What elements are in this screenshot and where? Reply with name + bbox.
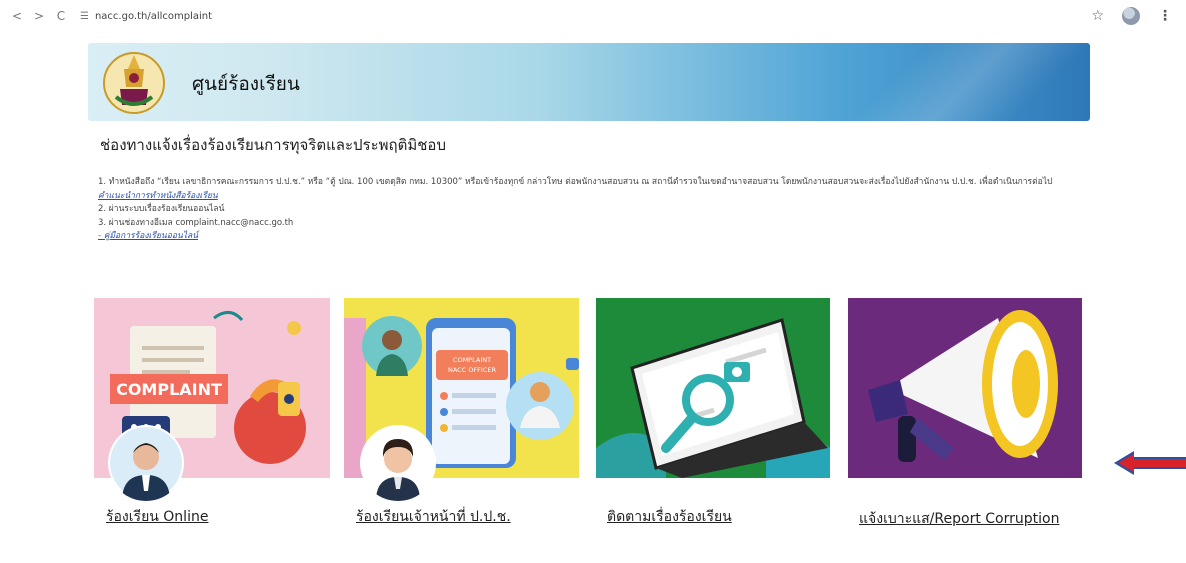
online-complaint-link[interactable]: ร้องเรียน Online	[106, 506, 208, 528]
step-1: 1. ทำหนังสือถึง “เรียน เลขาธิการคณะกรรมก…	[98, 176, 1058, 203]
step-2: 2. ผ่านระบบเรื่องร้องเรียนออนไลน์	[98, 204, 225, 214]
bookmark-star-icon[interactable]: ☆	[1091, 8, 1104, 24]
complaint-image-text: COMPLAINT	[116, 380, 222, 399]
reload-icon[interactable]: C	[50, 9, 72, 23]
page-heading: ช่องทางแจ้งเรื่องร้องเรียนการทุจริตและปร…	[100, 136, 446, 154]
nacc-emblem-logo	[103, 52, 165, 114]
forward-icon[interactable]: >	[28, 9, 50, 23]
track-complaint-link[interactable]: ติดตามเรื่องร้องเรียน	[607, 506, 732, 528]
step-1-text: 1. ทำหนังสือถึง “เรียน เลขาธิการคณะกรรมก…	[98, 177, 1053, 187]
back-icon[interactable]: <	[6, 9, 28, 23]
report-corruption-link[interactable]: แจ้งเบาะแส/Report Corruption	[859, 508, 1069, 530]
address-bar[interactable]: ☰ nacc.go.th/allcomplaint	[80, 11, 212, 22]
official-avatar-2	[360, 425, 436, 501]
banner-title: ศูนย์ร้องเรียน	[192, 73, 300, 95]
megaphone-illustration	[848, 298, 1082, 478]
officer-image-text-2: NACC OFFICER	[448, 366, 496, 374]
step-3: 3. ผ่านช่องทางอีเมล complaint.nacc@nacc.…	[98, 217, 294, 228]
card-report-corruption-image[interactable]	[848, 298, 1082, 478]
complaint-letter-guide-link[interactable]: คำแนะนำการทำหนังสือร้องเรียน	[98, 191, 218, 201]
complaint-instructions: 1. ทำหนังสือถึง “เรียน เลขาธิการคณะกรรมก…	[98, 176, 1058, 244]
online-complaint-manual-link[interactable]: - คู่มือการร้องเรียนออนไลน์	[98, 231, 198, 241]
left-arrow-icon	[1114, 451, 1186, 475]
profile-avatar-icon[interactable]	[1122, 7, 1140, 25]
menu-kebab-icon[interactable]: ⋮	[1158, 8, 1172, 24]
url-text: nacc.go.th/allcomplaint	[94, 10, 213, 22]
browser-toolbar: < > C ☰ nacc.go.th/allcomplaint ☆ ⋮	[0, 0, 1186, 32]
card-track-complaint-image[interactable]	[596, 298, 830, 478]
officer-complaint-link[interactable]: ร้องเรียนเจ้าหน้าที่ ป.ป.ช.	[356, 506, 511, 528]
official-avatar-1	[108, 425, 184, 501]
site-banner: ศูนย์ร้องเรียน	[88, 43, 1090, 121]
site-info-icon[interactable]: ☰	[80, 11, 89, 22]
track-complaint-illustration	[596, 298, 830, 478]
officer-image-text-1: COMPLAINT	[453, 356, 491, 364]
